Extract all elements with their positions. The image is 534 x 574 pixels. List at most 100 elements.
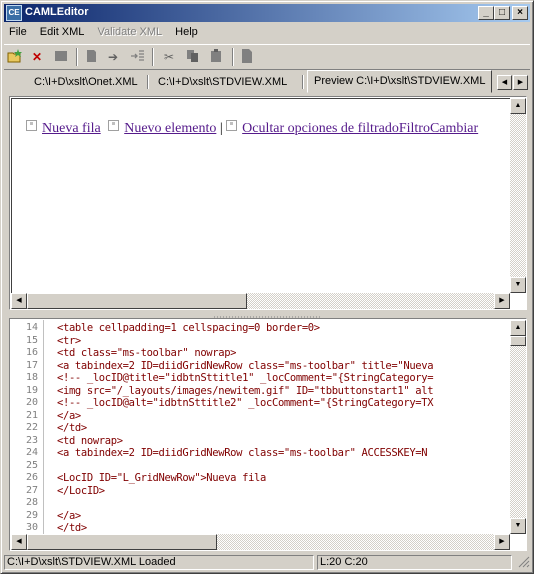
code-line[interactable]: <a tabindex=2 ID=diidGridNewRow class="m… bbox=[57, 447, 428, 459]
tab-stdview-xml[interactable]: C:\I+D\xslt\STDVIEW.XML bbox=[152, 73, 293, 91]
menu-edit-xml[interactable]: Edit XML bbox=[35, 24, 90, 40]
horizontal-scroll-thumb[interactable] bbox=[27, 293, 247, 309]
code-line[interactable]: <img src="/_layouts/images/newitem.gif" … bbox=[57, 385, 434, 397]
code-line[interactable]: <table cellpadding=1 cellspacing=0 borde… bbox=[57, 322, 320, 334]
size-grip[interactable] bbox=[515, 555, 530, 570]
menu-help[interactable]: Help bbox=[170, 24, 203, 40]
toolbar-links: Nueva fila Nuevo elemento | Ocultar opci… bbox=[26, 120, 478, 137]
code-line[interactable]: <!-- _locID@alt="idbtnSttitle2" _locComm… bbox=[57, 397, 434, 409]
code-area[interactable]: <table cellpadding=1 cellspacing=0 borde… bbox=[57, 320, 507, 534]
menu-bar: File Edit XML Validate XML Help bbox=[4, 24, 203, 42]
toolbar: ✕ ➔ ✂ bbox=[4, 44, 530, 70]
stop-icon[interactable] bbox=[52, 48, 70, 66]
editor-scroll-down-icon[interactable]: ▼ bbox=[510, 518, 526, 534]
title-bar[interactable]: CE CAMLEditor _ □ × bbox=[4, 4, 530, 22]
delete-icon[interactable]: ✕ bbox=[28, 48, 46, 66]
tab-preview-stdview[interactable]: Preview C:\I+D\xslt\STDVIEW.XML bbox=[307, 70, 493, 93]
toolbar-separator bbox=[232, 48, 234, 66]
toolbar-separator bbox=[152, 48, 154, 66]
code-line[interactable]: </a> bbox=[57, 410, 81, 422]
code-line[interactable]: <tr> bbox=[57, 335, 81, 347]
line-number: 14 bbox=[25, 322, 38, 333]
code-line[interactable]: </td> bbox=[57, 522, 87, 534]
menu-validate-xml[interactable]: Validate XML bbox=[93, 24, 168, 40]
scroll-down-icon[interactable]: ▼ bbox=[510, 277, 526, 293]
tab-separator bbox=[302, 75, 304, 89]
line-number: 27 bbox=[25, 484, 38, 496]
insert-icon[interactable] bbox=[128, 48, 146, 66]
new-row-link[interactable]: Nueva fila bbox=[42, 121, 101, 136]
code-line[interactable]: <!-- _locID@title="idbtnSttitle1" _locCo… bbox=[57, 372, 434, 384]
preview-pane: Nueva fila Nuevo elemento | Ocultar opci… bbox=[9, 96, 527, 310]
code-line[interactable]: </td> bbox=[57, 422, 87, 434]
scroll-up-icon[interactable]: ▲ bbox=[510, 98, 526, 114]
code-line[interactable]: </LocID> bbox=[57, 485, 105, 497]
editor-horizontal-scrollbar[interactable]: ◀ ▶ bbox=[11, 534, 510, 550]
code-line[interactable]: <a tabindex=2 ID=diidGridNewRow class="m… bbox=[57, 360, 434, 372]
scroll-right-icon[interactable]: ▶ bbox=[494, 293, 510, 309]
link-separator: | bbox=[219, 121, 223, 136]
editor-scroll-right-icon[interactable]: ▶ bbox=[494, 534, 510, 550]
line-number: 21 bbox=[25, 409, 38, 421]
cut-icon[interactable]: ✂ bbox=[160, 48, 178, 66]
line-number: 23 bbox=[25, 434, 38, 446]
new-row-image-icon bbox=[26, 120, 37, 131]
arrow-right-icon[interactable]: ➔ bbox=[104, 48, 122, 66]
maximize-button[interactable]: □ bbox=[494, 6, 510, 20]
line-number: 18 bbox=[25, 372, 38, 383]
pane-splitter[interactable] bbox=[4, 311, 530, 318]
line-number: 28 bbox=[25, 497, 38, 508]
editor-vertical-scrollbar[interactable]: ▲ ▼ bbox=[510, 320, 526, 534]
code-line[interactable]: <td class="ms-toolbar" nowrap> bbox=[57, 347, 237, 359]
line-number: 25 bbox=[25, 459, 38, 471]
editor-horizontal-thumb[interactable] bbox=[27, 534, 217, 550]
tab-separator bbox=[147, 75, 149, 89]
editor-scroll-up-icon[interactable]: ▲ bbox=[510, 320, 526, 336]
tab-scroll-left-icon[interactable]: ◀ bbox=[497, 75, 512, 90]
editor-vertical-thumb[interactable] bbox=[510, 336, 526, 346]
app-window: CE CAMLEditor _ □ × File Edit XML Valida… bbox=[0, 0, 534, 574]
filter-image-icon bbox=[226, 120, 238, 131]
menu-file[interactable]: File bbox=[4, 24, 32, 40]
minimize-button[interactable]: _ bbox=[478, 6, 494, 20]
line-number-gutter: 14 15 16 17 18 19 20 21 22 23 24 25 26 27 28 29 30 bbox=[11, 320, 51, 534]
line-number: 24 bbox=[25, 447, 38, 458]
open-icon[interactable] bbox=[6, 48, 24, 66]
line-number: 26 bbox=[25, 472, 38, 483]
code-line[interactable]: <LocID ID="L_GridNewRow">Nueva fila bbox=[57, 472, 266, 484]
save-icon[interactable] bbox=[82, 48, 100, 66]
line-number: 30 bbox=[25, 522, 38, 533]
toolbar-separator bbox=[76, 48, 78, 66]
code-line[interactable]: <td nowrap> bbox=[57, 435, 123, 447]
tab-scroll-right-icon[interactable]: ▶ bbox=[513, 75, 528, 90]
tab-onet-xml[interactable]: C:\I+D\xslt\Onet.XML bbox=[28, 73, 144, 91]
minimize-icon: _ bbox=[483, 7, 489, 18]
line-number: 17 bbox=[25, 359, 38, 371]
paste-icon[interactable] bbox=[208, 48, 226, 66]
copy-icon[interactable] bbox=[184, 48, 202, 66]
line-number: 22 bbox=[25, 422, 38, 433]
code-line[interactable]: </a> bbox=[57, 510, 81, 522]
editor-scroll-left-icon[interactable]: ◀ bbox=[11, 534, 27, 550]
document-icon[interactable] bbox=[238, 48, 256, 66]
status-bar: C:\I+D\xslt\STDVIEW.XML Loaded L:20 C:20 bbox=[4, 554, 530, 571]
hide-filter-link[interactable]: Ocultar opciones de filtradoFiltroCambia… bbox=[242, 121, 478, 136]
line-number: 15 bbox=[25, 334, 38, 346]
new-item-link[interactable]: Nuevo elemento bbox=[124, 121, 216, 136]
preview-document: Nueva fila Nuevo elemento | Ocultar opci… bbox=[11, 98, 510, 294]
new-item-image-icon bbox=[108, 120, 120, 131]
line-number: 20 bbox=[25, 397, 38, 408]
scroll-left-icon[interactable]: ◀ bbox=[11, 293, 27, 309]
document-tabs: C:\I+D\xslt\Onet.XML C:\I+D\xslt\STDVIEW… bbox=[4, 70, 530, 94]
gutter-divider bbox=[43, 320, 44, 534]
xml-editor[interactable]: 14 15 16 17 18 19 20 21 22 23 24 25 26 27 28 29 30 <tabl… bbox=[9, 318, 527, 551]
status-message: C:\I+D\xslt\STDVIEW.XML Loaded bbox=[4, 555, 314, 570]
cursor-position: L:20 C:20 bbox=[317, 555, 512, 570]
preview-vertical-scrollbar[interactable]: ▲ ▼ bbox=[510, 98, 526, 293]
window-title: CAMLEditor bbox=[25, 6, 89, 18]
preview-horizontal-scrollbar[interactable]: ◀ ▶ bbox=[11, 293, 510, 309]
app-icon: CE bbox=[6, 5, 22, 21]
close-button[interactable]: × bbox=[512, 6, 528, 20]
line-number: 29 bbox=[25, 509, 38, 521]
maximize-icon: □ bbox=[498, 7, 506, 18]
